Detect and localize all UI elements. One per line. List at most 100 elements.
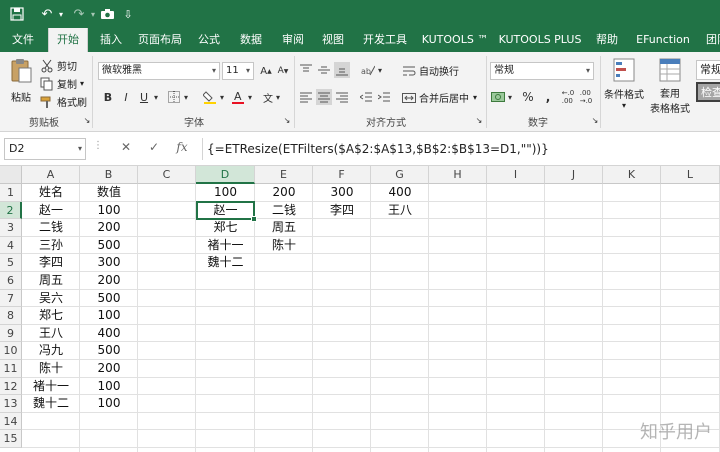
cell-f1[interactable]: 300	[313, 184, 371, 201]
merge-dropdown-icon[interactable]: ▾	[473, 93, 477, 102]
align-left-icon[interactable]	[298, 89, 314, 105]
cell-a4[interactable]: 三孙	[22, 237, 80, 254]
format-painter-button[interactable]: 格式刷	[40, 94, 87, 109]
wrap-text-button[interactable]: 自动换行	[402, 63, 459, 78]
column-header-k[interactable]: K	[603, 166, 661, 184]
percent-icon[interactable]: %	[520, 89, 536, 105]
cut-button[interactable]: 剪切	[40, 58, 77, 73]
tab-kutools[interactable]: KUTOOLS ™	[418, 28, 492, 52]
underline-dropdown-icon[interactable]: ▾	[152, 89, 160, 105]
select-all-corner[interactable]	[0, 166, 22, 184]
style-check-cell[interactable]: 检查	[696, 82, 720, 102]
grow-font-icon[interactable]: A ▲	[258, 63, 274, 79]
row-header-8[interactable]: 8	[0, 307, 22, 325]
cell-d3[interactable]: 郑七	[196, 219, 255, 236]
align-middle-icon[interactable]	[316, 62, 332, 78]
cell-a12[interactable]: 褚十一	[22, 378, 80, 395]
tab-view[interactable]: 视图	[316, 28, 350, 52]
camera-icon[interactable]	[98, 4, 116, 24]
row-header-12[interactable]: 12	[0, 377, 22, 396]
currency-dropdown-icon[interactable]: ▾	[506, 89, 514, 105]
cell-b9[interactable]: 400	[80, 325, 138, 342]
decrease-decimal-icon[interactable]: .00 →.0	[578, 89, 594, 105]
format-as-table-button[interactable]: 套用 表格格式	[648, 58, 692, 115]
undo-icon[interactable]: ↶	[38, 4, 56, 24]
formula-input[interactable]: {=ETResize(ETFilters($A$2:$A$13,$B$2:$B$…	[202, 138, 716, 160]
cell-a5[interactable]: 李四	[22, 254, 80, 271]
cell-b8[interactable]: 100	[80, 307, 138, 324]
borders-dropdown-icon[interactable]: ▾	[182, 89, 190, 105]
column-header-h[interactable]: H	[429, 166, 487, 184]
font-color-dropdown-icon[interactable]: ▾	[246, 89, 254, 105]
save-icon[interactable]	[8, 4, 26, 24]
tab-review[interactable]: 审阅	[276, 28, 310, 52]
style-normal[interactable]: 常规	[696, 60, 720, 80]
borders-icon[interactable]	[166, 89, 182, 105]
cell-a2[interactable]: 赵一	[22, 202, 80, 219]
row-header-13[interactable]: 13	[0, 395, 22, 413]
cell-f2[interactable]: 李四	[313, 202, 371, 219]
clipboard-launcher-icon[interactable]: ↘	[82, 114, 92, 126]
cell-a10[interactable]: 冯九	[22, 342, 80, 359]
cell-b2[interactable]: 100	[80, 202, 138, 219]
font-size-select[interactable]: 11 ▾	[222, 62, 254, 80]
copy-dropdown-icon[interactable]: ▾	[80, 79, 84, 88]
tab-file[interactable]: 文件	[6, 28, 40, 52]
cell-a7[interactable]: 吴六	[22, 290, 80, 307]
cell-a1[interactable]: 姓名	[22, 184, 80, 201]
font-launcher-icon[interactable]: ↘	[282, 114, 292, 126]
number-launcher-icon[interactable]: ↘	[590, 114, 600, 126]
tab-developer[interactable]: 开发工具	[360, 28, 410, 52]
tab-help[interactable]: 帮助	[590, 28, 624, 52]
merge-center-button[interactable]: 合并后居中 ▾	[402, 90, 477, 105]
cell-b3[interactable]: 200	[80, 219, 138, 236]
undo-dropdown-icon[interactable]: ▾	[56, 4, 66, 24]
tab-formulas[interactable]: 公式	[192, 28, 226, 52]
row-header-4[interactable]: 4	[0, 236, 22, 255]
redo-dropdown-icon[interactable]: ▾	[88, 4, 98, 24]
align-center-icon[interactable]	[316, 89, 332, 105]
row-header-3[interactable]: 3	[0, 219, 22, 237]
font-color-icon[interactable]: A	[230, 89, 246, 105]
comma-style-icon[interactable]: ,	[540, 89, 556, 105]
row-header-1[interactable]: 1	[0, 184, 22, 202]
column-header-g[interactable]: G	[371, 166, 429, 184]
cell-b10[interactable]: 500	[80, 342, 138, 359]
column-header-b[interactable]: B	[80, 166, 138, 184]
row-header-14[interactable]: 14	[0, 412, 22, 431]
cell-a8[interactable]: 郑七	[22, 307, 80, 324]
cell-b11[interactable]: 200	[80, 360, 138, 377]
align-right-icon[interactable]	[334, 89, 350, 105]
cell-e3[interactable]: 周五	[255, 219, 313, 236]
column-header-a[interactable]: A	[22, 166, 80, 184]
row-header-11[interactable]: 11	[0, 360, 22, 378]
tab-kutools-plus[interactable]: KUTOOLS PLUS	[498, 28, 582, 52]
insert-function-icon[interactable]: fx	[174, 140, 190, 158]
row-header-7[interactable]: 7	[0, 289, 22, 308]
redo-icon[interactable]: ↷	[70, 4, 88, 24]
orientation-icon[interactable]: ab	[360, 62, 376, 78]
worksheet-grid[interactable]: ABCDEFGHIJKL 1 2 3 4 5 6 7 8 9 10 11 12 13 14 15 姓名 赵一二…	[0, 166, 720, 452]
enter-icon[interactable]: ✓	[146, 140, 162, 158]
cell-e2[interactable]: 二钱	[255, 202, 313, 219]
cell-b12[interactable]: 100	[80, 378, 138, 395]
name-box[interactable]: D2 ▾	[4, 138, 86, 160]
row-header-2[interactable]: 2	[0, 201, 22, 220]
cell-d4[interactable]: 褚十一	[196, 237, 255, 254]
column-header-e[interactable]: E	[255, 166, 313, 184]
column-header-f[interactable]: F	[313, 166, 371, 184]
cell-e4[interactable]: 陈十	[255, 237, 313, 254]
cell-g1[interactable]: 400	[371, 184, 429, 201]
cell-d1[interactable]: 100	[196, 184, 255, 201]
row-header-15[interactable]: 15	[0, 430, 22, 448]
cell-a6[interactable]: 周五	[22, 272, 80, 289]
cell-b5[interactable]: 300	[80, 254, 138, 271]
alignment-launcher-icon[interactable]: ↘	[474, 114, 484, 126]
cell-g2[interactable]: 王八	[371, 202, 429, 219]
tab-page-layout[interactable]: 页面布局	[136, 28, 184, 52]
column-header-i[interactable]: I	[487, 166, 545, 184]
fill-color-dropdown-icon[interactable]: ▾	[218, 89, 226, 105]
customize-qat-icon[interactable]: ⇩	[122, 4, 134, 24]
cell-b13[interactable]: 100	[80, 395, 138, 412]
fill-color-icon[interactable]	[202, 89, 218, 105]
